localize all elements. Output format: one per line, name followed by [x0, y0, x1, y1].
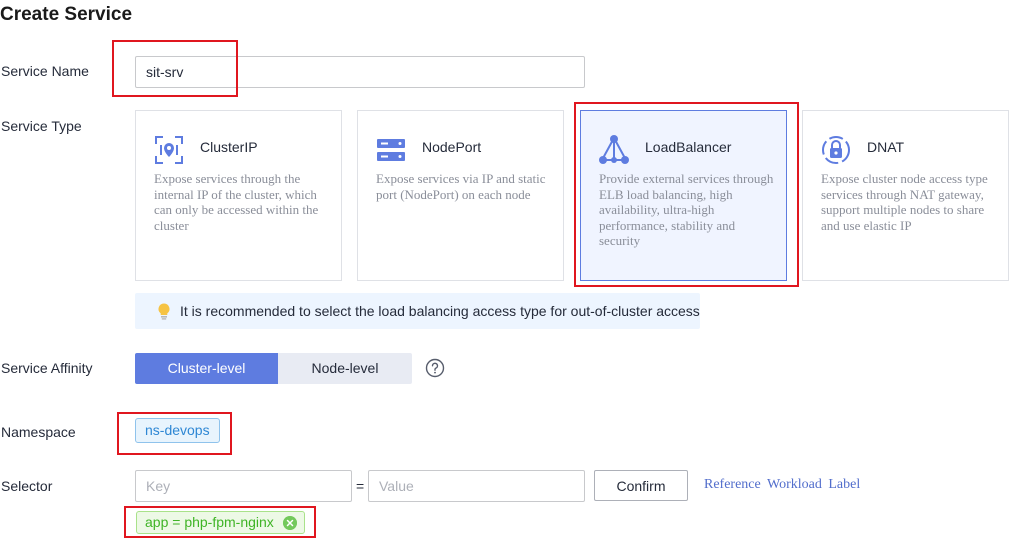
node-port-icon [377, 139, 405, 161]
card-description: Provide external services through ELB lo… [599, 171, 774, 249]
service-type-card-loadbalancer[interactable]: LoadBalancer Provide external services t… [580, 110, 787, 281]
service-type-card-dnat[interactable]: DNAT Expose cluster node access type ser… [802, 110, 1009, 281]
card-description: Expose cluster node access type services… [821, 171, 988, 233]
lightbulb-icon [158, 303, 170, 320]
card-title: NodePort [422, 139, 482, 155]
service-affinity-label: Service Affinity [1, 360, 93, 376]
equals-sign: = [356, 478, 365, 494]
recommendation-tip: It is recommended to select the load bal… [135, 293, 700, 329]
selector-tag: app = php-fpm-nginx [136, 511, 305, 534]
affinity-cluster-level-button[interactable]: Cluster-level [135, 353, 278, 384]
dnat-icon [822, 136, 850, 164]
cluster-ip-icon [155, 136, 183, 164]
selector-key-input[interactable] [135, 470, 352, 502]
page-title: Create Service [0, 4, 133, 25]
reference-workload-label-link[interactable]: Reference Workload Label [704, 477, 860, 493]
namespace-label: Namespace [1, 424, 76, 440]
card-description: Expose services through the internal IP … [154, 171, 319, 233]
tip-text: It is recommended to select the load bal… [180, 303, 700, 319]
service-type-card-nodeport[interactable]: NodePort Expose services via IP and stat… [357, 110, 564, 281]
card-description: Expose services via IP and static port (… [376, 171, 546, 202]
service-type-label: Service Type [1, 118, 82, 134]
service-name-input[interactable] [135, 56, 585, 88]
service-type-card-clusterip[interactable]: ClusterIP Expose services through the in… [135, 110, 342, 281]
load-balancer-icon [599, 135, 629, 164]
card-title: DNAT [867, 139, 905, 155]
card-title: LoadBalancer [645, 139, 732, 155]
selector-label: Selector [1, 478, 53, 494]
card-title: ClusterIP [200, 139, 258, 155]
confirm-button[interactable]: Confirm [594, 470, 688, 501]
help-icon[interactable] [425, 358, 445, 378]
selector-value-input[interactable] [368, 470, 585, 502]
service-name-label: Service Name [1, 63, 89, 79]
affinity-node-level-button[interactable]: Node-level [278, 353, 412, 384]
selector-tag-text: app = php-fpm-nginx [145, 514, 274, 530]
namespace-tag[interactable]: ns-devops [135, 418, 220, 443]
remove-tag-icon[interactable] [282, 516, 297, 530]
